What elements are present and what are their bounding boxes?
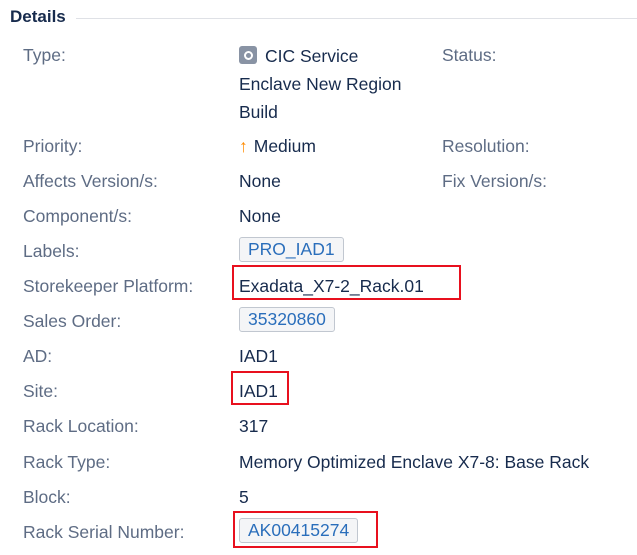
block-value: 5 [239,487,249,507]
site-highlight-box [231,371,289,405]
rack-type-label: Rack Type: [23,452,111,472]
service-icon [239,46,257,64]
labels-label: Labels: [23,241,80,261]
priority-value-text: Medium [253,136,316,156]
affects-version-label: Affects Version/s: [23,171,158,191]
fix-version-label: Fix Version/s: [442,171,548,191]
arrow-up-icon: ↑ [239,136,248,156]
storekeeper-platform-label: Storekeeper Platform: [23,276,194,296]
serial-highlight-box [233,511,378,548]
sales-order-link[interactable]: 35320860 [239,307,335,332]
type-value-line2: Enclave New Region [239,74,402,94]
details-section-header: Details [10,6,637,28]
site-label: Site: [23,381,59,401]
priority-label: Priority: [23,136,83,156]
rack-location-label: Rack Location: [23,416,139,436]
rack-serial-number-label: Rack Serial Number: [23,522,185,542]
sales-order-label: Sales Order: [23,311,122,331]
priority-value: ↑ Medium [239,136,316,157]
platform-highlight-box [232,265,461,300]
component-label: Component/s: [23,206,132,226]
type-value-line3: Build [239,102,278,122]
ad-label: AD: [23,346,53,366]
status-label: Status: [442,45,497,65]
rack-location-value: 317 [239,416,269,436]
ad-value: IAD1 [239,346,278,366]
component-value: None [239,206,281,226]
type-value-line1: CIC Service [265,46,359,66]
section-divider [75,17,637,19]
type-label: Type: [23,45,66,65]
label-lozenge[interactable]: PRO_IAD1 [239,237,344,262]
resolution-label: Resolution: [442,136,530,156]
type-value: CIC Service Enclave New Region Build [239,42,401,126]
affects-version-value: None [239,171,281,191]
block-label: Block: [23,487,71,507]
rack-type-value: Memory Optimized Enclave X7-8: Base Rack [239,452,590,472]
section-title[interactable]: Details [10,7,76,27]
